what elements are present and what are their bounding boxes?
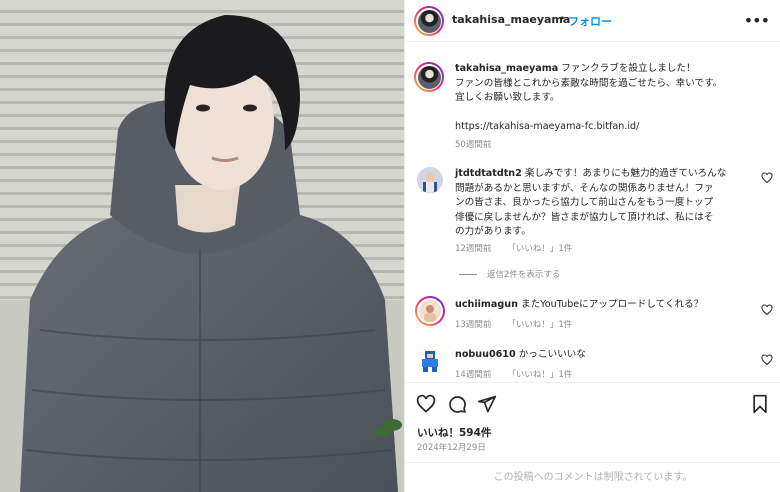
view-replies-button[interactable]: 返信2件を表示する <box>459 268 560 280</box>
more-options-icon[interactable]: ••• <box>744 11 770 30</box>
comment-body: かっこいいいな <box>518 349 586 360</box>
comment-line-5: の力があります。 <box>455 226 531 237</box>
comment-text: nobuu0610 かっこいいいな <box>455 348 753 363</box>
author-username[interactable]: takahisa_maeyama <box>452 13 570 26</box>
post-photo[interactable] <box>0 0 404 492</box>
commenter-avatar[interactable] <box>417 167 443 193</box>
post-photo-illustration <box>0 0 404 492</box>
comment-age: 14週間前 <box>455 370 492 380</box>
post-header: takahisa_maeyama • フォロー ••• <box>405 0 780 42</box>
caption-line-3: 宜しくお願い致します。 <box>455 92 560 103</box>
comment-age: 12週間前 <box>455 244 492 254</box>
likes-count[interactable]: いいね！594件 <box>417 425 491 440</box>
comment-like-count[interactable]: 「いいね！」1件 <box>507 370 572 380</box>
post-detail-panel: takahisa_maeyama • フォロー ••• takahisa_mae… <box>404 0 780 492</box>
comment-like-count[interactable]: 「いいね！」1件 <box>507 244 572 254</box>
comment-age: 13週間前 <box>455 320 492 330</box>
comment-meta: 12週間前 「いいね！」1件 <box>455 242 572 254</box>
comment-bubble-icon[interactable] <box>447 394 467 414</box>
commenter-avatar[interactable] <box>417 348 443 374</box>
comment-username[interactable]: jtdtdtatdtn2 <box>455 168 522 179</box>
caption-link[interactable]: https://takahisa-maeyama-fc.bitfan.id/ <box>455 121 639 132</box>
comment-line-4: 俳優に戻しませんか？皆さまが協力して頂ければ、私にはそ <box>455 211 714 223</box>
share-send-icon[interactable] <box>477 394 497 414</box>
caption-username[interactable]: takahisa_maeyama <box>455 63 558 74</box>
replies-divider <box>459 273 477 275</box>
caption-author-avatar-image <box>417 65 441 89</box>
save-bookmark-icon[interactable] <box>750 394 770 414</box>
follow-button[interactable]: フォロー <box>568 13 612 29</box>
comment-like-heart-icon[interactable] <box>761 172 773 184</box>
commenter-avatar[interactable] <box>415 296 445 326</box>
comment-meta: 13週間前 「いいね！」1件 <box>455 318 572 330</box>
comment-like-count[interactable]: 「いいね！」1件 <box>507 320 572 330</box>
commenter-avatar-image <box>419 300 441 322</box>
view-replies-label: 返信2件を表示する <box>487 270 561 280</box>
author-avatar-image <box>417 9 441 33</box>
header-separator: • <box>559 12 566 25</box>
caption-line-2: ファンの皆様とこれから素敵な時間を過ごせたら、幸いです。 <box>455 77 723 89</box>
commenter-avatar-image <box>417 167 443 193</box>
comment-line-3: ンの皆さま、良かったら協力して前山さんをもう一度トップ <box>455 197 714 208</box>
comment-text: uchiimagun またYouTubeにアップロードしてくれる？ <box>455 298 753 313</box>
commenter-avatar-image <box>417 348 443 374</box>
caption-text: takahisa_maeyama ファンクラブを設立しました！ ファンの皆様とこ… <box>455 62 753 135</box>
comment-like-heart-icon[interactable] <box>761 304 773 316</box>
comment-body: またYouTubeにアップロードしてくれる？ <box>520 299 704 310</box>
comment-meta: 14週間前 「いいね！」1件 <box>455 368 572 380</box>
comment-line-2: 問題があるかと思いますが、そんなの関係ありません！ファ <box>455 182 714 194</box>
comment-username[interactable]: nobuu0610 <box>455 349 516 360</box>
caption-age: 50週間前 <box>455 140 492 150</box>
comment-text: jtdtdtatdtn2 楽しみです！あまりにも魅力的過ぎていろんな 問題がある… <box>455 167 753 240</box>
comment-username[interactable]: uchiimagun <box>455 299 518 310</box>
caption-line-1: ファンクラブを設立しました！ <box>561 63 696 74</box>
caption-author-avatar[interactable] <box>414 62 444 92</box>
post-date: 2024年12月29日 <box>417 443 486 453</box>
comments-restricted-notice: この投稿へのコメントは制限されています。 <box>405 462 780 492</box>
comment-line-1: 楽しみです！あまりにも魅力的過ぎていろんな <box>524 168 727 179</box>
like-heart-icon[interactable] <box>416 394 436 414</box>
comment-like-heart-icon[interactable] <box>761 354 773 366</box>
author-avatar[interactable] <box>414 6 444 36</box>
